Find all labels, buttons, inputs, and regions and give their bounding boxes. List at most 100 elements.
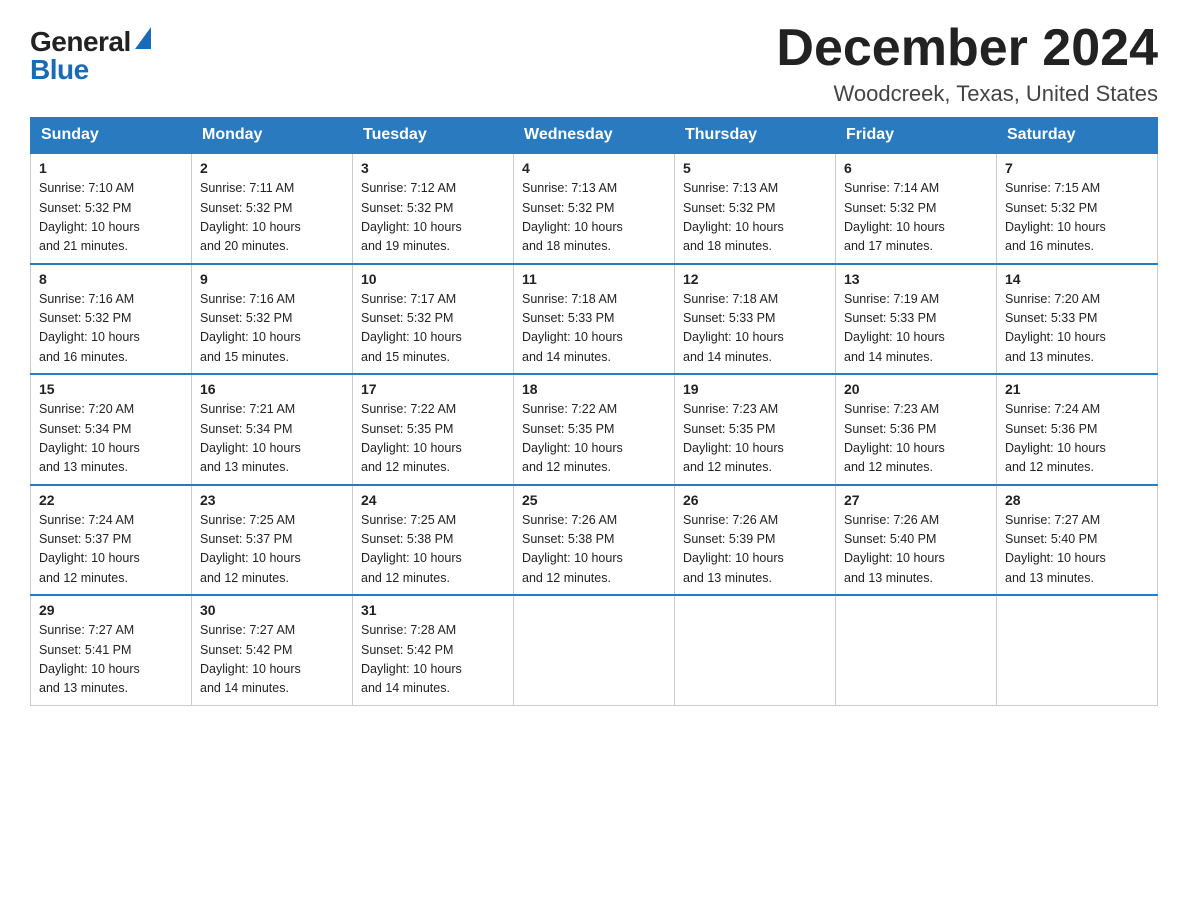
calendar-week-row: 22 Sunrise: 7:24 AMSunset: 5:37 PMDaylig… xyxy=(31,485,1158,596)
day-info: Sunrise: 7:23 AMSunset: 5:36 PMDaylight:… xyxy=(844,402,945,474)
day-number: 10 xyxy=(361,271,505,287)
day-info: Sunrise: 7:25 AMSunset: 5:38 PMDaylight:… xyxy=(361,513,462,585)
calendar-cell: 10 Sunrise: 7:17 AMSunset: 5:32 PMDaylig… xyxy=(353,264,514,375)
page-header: General Blue December 2024 Woodcreek, Te… xyxy=(30,20,1158,107)
day-info: Sunrise: 7:21 AMSunset: 5:34 PMDaylight:… xyxy=(200,402,301,474)
day-number: 24 xyxy=(361,492,505,508)
day-info: Sunrise: 7:11 AMSunset: 5:32 PMDaylight:… xyxy=(200,181,301,253)
day-number: 14 xyxy=(1005,271,1149,287)
day-info: Sunrise: 7:22 AMSunset: 5:35 PMDaylight:… xyxy=(522,402,623,474)
calendar-cell: 4 Sunrise: 7:13 AMSunset: 5:32 PMDayligh… xyxy=(514,153,675,264)
calendar-cell: 1 Sunrise: 7:10 AMSunset: 5:32 PMDayligh… xyxy=(31,153,192,264)
day-number: 15 xyxy=(39,381,183,397)
day-number: 22 xyxy=(39,492,183,508)
day-info: Sunrise: 7:26 AMSunset: 5:40 PMDaylight:… xyxy=(844,513,945,585)
day-number: 3 xyxy=(361,160,505,176)
calendar-cell: 25 Sunrise: 7:26 AMSunset: 5:38 PMDaylig… xyxy=(514,485,675,596)
day-info: Sunrise: 7:16 AMSunset: 5:32 PMDaylight:… xyxy=(39,292,140,364)
day-info: Sunrise: 7:20 AMSunset: 5:34 PMDaylight:… xyxy=(39,402,140,474)
day-number: 6 xyxy=(844,160,988,176)
day-info: Sunrise: 7:10 AMSunset: 5:32 PMDaylight:… xyxy=(39,181,140,253)
location-title: Woodcreek, Texas, United States xyxy=(776,81,1158,107)
day-number: 9 xyxy=(200,271,344,287)
calendar-week-row: 15 Sunrise: 7:20 AMSunset: 5:34 PMDaylig… xyxy=(31,374,1158,485)
day-number: 2 xyxy=(200,160,344,176)
day-number: 27 xyxy=(844,492,988,508)
day-info: Sunrise: 7:13 AMSunset: 5:32 PMDaylight:… xyxy=(683,181,784,253)
logo: General Blue xyxy=(30,28,151,84)
calendar-cell xyxy=(675,595,836,705)
day-number: 1 xyxy=(39,160,183,176)
day-info: Sunrise: 7:24 AMSunset: 5:37 PMDaylight:… xyxy=(39,513,140,585)
calendar-cell xyxy=(836,595,997,705)
day-info: Sunrise: 7:13 AMSunset: 5:32 PMDaylight:… xyxy=(522,181,623,253)
day-info: Sunrise: 7:19 AMSunset: 5:33 PMDaylight:… xyxy=(844,292,945,364)
calendar-table: SundayMondayTuesdayWednesdayThursdayFrid… xyxy=(30,117,1158,706)
day-number: 25 xyxy=(522,492,666,508)
day-number: 8 xyxy=(39,271,183,287)
logo-triangle-icon xyxy=(135,27,151,49)
day-number: 12 xyxy=(683,271,827,287)
day-number: 21 xyxy=(1005,381,1149,397)
calendar-cell: 14 Sunrise: 7:20 AMSunset: 5:33 PMDaylig… xyxy=(997,264,1158,375)
calendar-cell: 22 Sunrise: 7:24 AMSunset: 5:37 PMDaylig… xyxy=(31,485,192,596)
header-tuesday: Tuesday xyxy=(353,118,514,154)
calendar-cell: 19 Sunrise: 7:23 AMSunset: 5:35 PMDaylig… xyxy=(675,374,836,485)
calendar-cell: 18 Sunrise: 7:22 AMSunset: 5:35 PMDaylig… xyxy=(514,374,675,485)
day-info: Sunrise: 7:27 AMSunset: 5:41 PMDaylight:… xyxy=(39,623,140,695)
calendar-week-row: 29 Sunrise: 7:27 AMSunset: 5:41 PMDaylig… xyxy=(31,595,1158,705)
title-block: December 2024 Woodcreek, Texas, United S… xyxy=(776,20,1158,107)
day-info: Sunrise: 7:28 AMSunset: 5:42 PMDaylight:… xyxy=(361,623,462,695)
day-number: 11 xyxy=(522,271,666,287)
day-number: 7 xyxy=(1005,160,1149,176)
calendar-cell: 8 Sunrise: 7:16 AMSunset: 5:32 PMDayligh… xyxy=(31,264,192,375)
calendar-cell: 27 Sunrise: 7:26 AMSunset: 5:40 PMDaylig… xyxy=(836,485,997,596)
calendar-cell: 12 Sunrise: 7:18 AMSunset: 5:33 PMDaylig… xyxy=(675,264,836,375)
day-info: Sunrise: 7:27 AMSunset: 5:42 PMDaylight:… xyxy=(200,623,301,695)
day-info: Sunrise: 7:17 AMSunset: 5:32 PMDaylight:… xyxy=(361,292,462,364)
day-info: Sunrise: 7:20 AMSunset: 5:33 PMDaylight:… xyxy=(1005,292,1106,364)
day-number: 18 xyxy=(522,381,666,397)
calendar-cell: 15 Sunrise: 7:20 AMSunset: 5:34 PMDaylig… xyxy=(31,374,192,485)
calendar-cell: 6 Sunrise: 7:14 AMSunset: 5:32 PMDayligh… xyxy=(836,153,997,264)
day-info: Sunrise: 7:22 AMSunset: 5:35 PMDaylight:… xyxy=(361,402,462,474)
day-number: 20 xyxy=(844,381,988,397)
calendar-cell: 31 Sunrise: 7:28 AMSunset: 5:42 PMDaylig… xyxy=(353,595,514,705)
calendar-header-row: SundayMondayTuesdayWednesdayThursdayFrid… xyxy=(31,118,1158,154)
day-number: 5 xyxy=(683,160,827,176)
day-number: 16 xyxy=(200,381,344,397)
day-info: Sunrise: 7:16 AMSunset: 5:32 PMDaylight:… xyxy=(200,292,301,364)
calendar-cell: 26 Sunrise: 7:26 AMSunset: 5:39 PMDaylig… xyxy=(675,485,836,596)
header-saturday: Saturday xyxy=(997,118,1158,154)
day-info: Sunrise: 7:24 AMSunset: 5:36 PMDaylight:… xyxy=(1005,402,1106,474)
day-info: Sunrise: 7:18 AMSunset: 5:33 PMDaylight:… xyxy=(522,292,623,364)
day-number: 28 xyxy=(1005,492,1149,508)
calendar-cell: 20 Sunrise: 7:23 AMSunset: 5:36 PMDaylig… xyxy=(836,374,997,485)
day-number: 19 xyxy=(683,381,827,397)
day-number: 31 xyxy=(361,602,505,618)
day-number: 4 xyxy=(522,160,666,176)
day-number: 13 xyxy=(844,271,988,287)
calendar-cell: 16 Sunrise: 7:21 AMSunset: 5:34 PMDaylig… xyxy=(192,374,353,485)
day-info: Sunrise: 7:15 AMSunset: 5:32 PMDaylight:… xyxy=(1005,181,1106,253)
calendar-cell: 21 Sunrise: 7:24 AMSunset: 5:36 PMDaylig… xyxy=(997,374,1158,485)
header-monday: Monday xyxy=(192,118,353,154)
calendar-cell: 3 Sunrise: 7:12 AMSunset: 5:32 PMDayligh… xyxy=(353,153,514,264)
header-thursday: Thursday xyxy=(675,118,836,154)
calendar-cell: 2 Sunrise: 7:11 AMSunset: 5:32 PMDayligh… xyxy=(192,153,353,264)
calendar-cell xyxy=(514,595,675,705)
calendar-week-row: 1 Sunrise: 7:10 AMSunset: 5:32 PMDayligh… xyxy=(31,153,1158,264)
month-year-title: December 2024 xyxy=(776,20,1158,77)
header-sunday: Sunday xyxy=(31,118,192,154)
day-info: Sunrise: 7:18 AMSunset: 5:33 PMDaylight:… xyxy=(683,292,784,364)
calendar-cell: 23 Sunrise: 7:25 AMSunset: 5:37 PMDaylig… xyxy=(192,485,353,596)
day-info: Sunrise: 7:27 AMSunset: 5:40 PMDaylight:… xyxy=(1005,513,1106,585)
header-wednesday: Wednesday xyxy=(514,118,675,154)
logo-general-text: General xyxy=(30,28,131,56)
calendar-cell: 11 Sunrise: 7:18 AMSunset: 5:33 PMDaylig… xyxy=(514,264,675,375)
day-number: 29 xyxy=(39,602,183,618)
day-number: 23 xyxy=(200,492,344,508)
header-friday: Friday xyxy=(836,118,997,154)
calendar-cell: 5 Sunrise: 7:13 AMSunset: 5:32 PMDayligh… xyxy=(675,153,836,264)
calendar-cell xyxy=(997,595,1158,705)
